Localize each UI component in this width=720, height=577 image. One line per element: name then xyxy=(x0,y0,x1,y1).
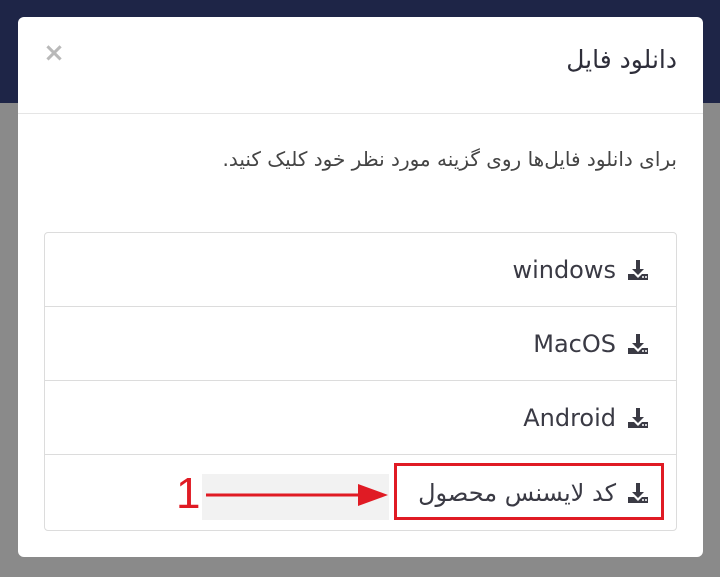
download-item-macos[interactable]: MacOS xyxy=(45,307,676,381)
modal-title: دانلود فایل xyxy=(566,45,677,74)
close-button[interactable]: × xyxy=(40,39,68,67)
modal-header: دانلود فایل × xyxy=(18,17,703,114)
download-item-label: MacOS xyxy=(533,329,616,358)
download-icon xyxy=(628,333,648,354)
modal-instructions: برای دانلود فایل‌ها روی گزینه مورد نظر خ… xyxy=(222,147,677,171)
download-item-label: windows xyxy=(512,255,616,284)
annotation-number: 1 xyxy=(176,469,201,518)
annotation-arrow-icon xyxy=(206,484,388,506)
download-item-windows[interactable]: windows xyxy=(45,233,676,307)
download-icon xyxy=(628,259,648,280)
download-item-android[interactable]: Android xyxy=(45,381,676,455)
annotation-highlight-box xyxy=(394,463,664,520)
download-icon xyxy=(628,407,648,428)
download-item-label: Android xyxy=(523,403,616,432)
